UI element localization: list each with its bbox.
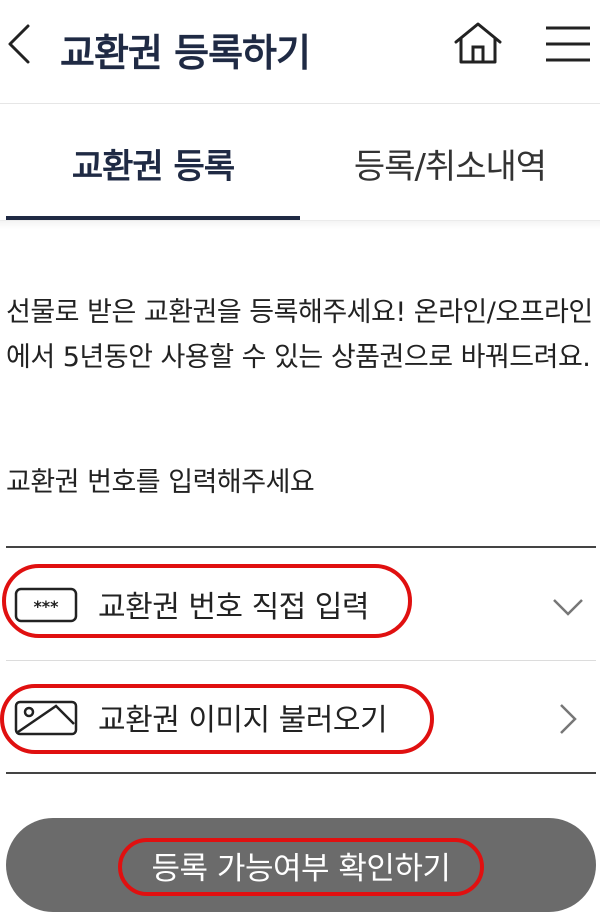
input-prompt: 교환권 번호를 입력해주세요 [6, 467, 315, 498]
home-button[interactable] [450, 16, 506, 72]
back-button[interactable] [0, 12, 44, 76]
intro-description: 선물로 받은 교환권을 등록해주세요! 온라인/오프라인에서 5년동안 사용할 … [6, 297, 593, 373]
option-list: *** 교환권 번호 직접 입력 교환권 이미지 불러오기 [6, 546, 596, 774]
menu-button[interactable] [542, 18, 594, 70]
page-title: 교환권 등록하기 [60, 31, 311, 75]
image-icon [14, 700, 78, 736]
svg-text:***: *** [33, 597, 59, 616]
active-tab-indicator [6, 216, 300, 220]
confirm-eligibility-button[interactable]: 등록 가능여부 확인하기 [6, 818, 596, 912]
chevron-down-icon [553, 599, 583, 616]
chevron-right-icon [560, 704, 577, 734]
chevron-left-icon [8, 24, 30, 64]
confirm-eligibility-label: 등록 가능여부 확인하기 [151, 850, 451, 887]
header: 교환권 등록하기 [0, 0, 600, 104]
option-load-image-label: 교환권 이미지 불러오기 [98, 703, 388, 738]
option-direct-input-label: 교환권 번호 직접 입력 [98, 590, 370, 625]
tab-bar: 교환권 등록 등록/취소내역 [0, 105, 600, 221]
option-load-image[interactable]: 교환권 이미지 불러오기 [6, 661, 596, 774]
tab-shadow [0, 221, 600, 229]
option-direct-input[interactable]: *** 교환권 번호 직접 입력 [6, 548, 596, 661]
home-icon [454, 22, 502, 64]
tab-history[interactable]: 등록/취소내역 [300, 105, 600, 221]
tab-register[interactable]: 교환권 등록 [6, 105, 300, 221]
hamburger-menu-icon [546, 26, 590, 62]
password-field-icon: *** [14, 587, 78, 623]
